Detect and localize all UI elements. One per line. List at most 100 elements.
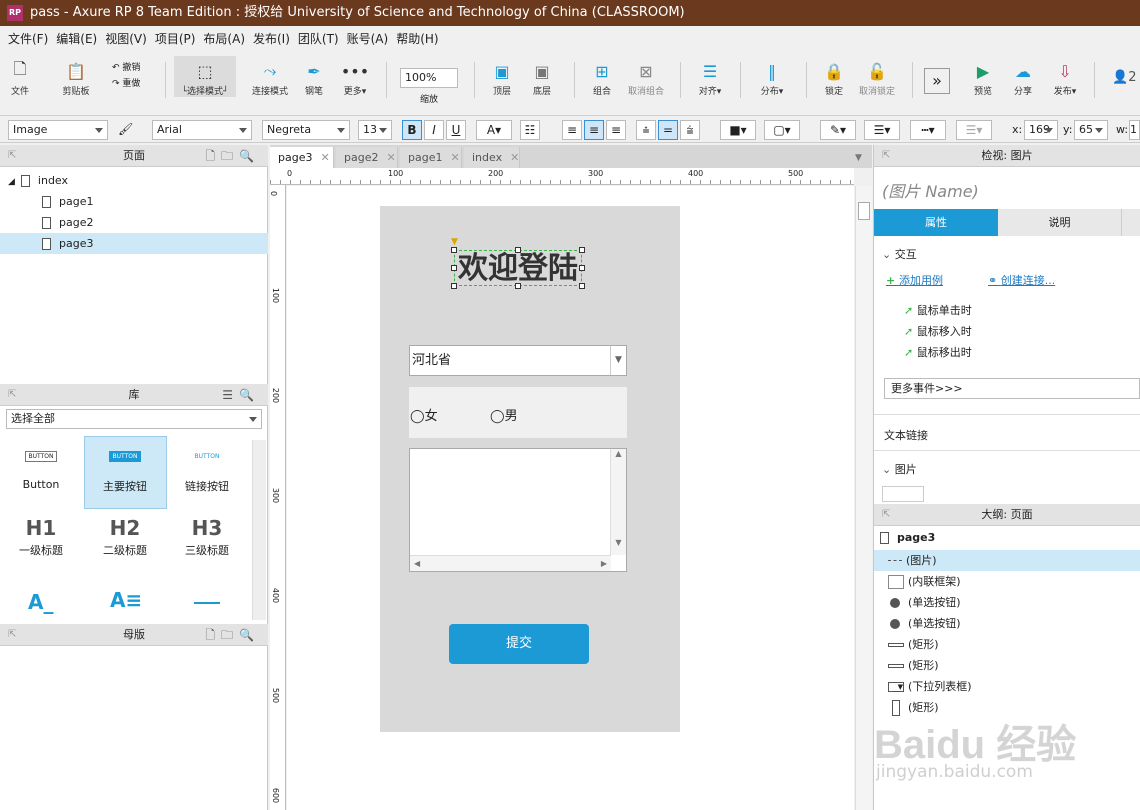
province-dropdown[interactable]: 河北省 ▼ xyxy=(409,345,627,376)
scroll-thumb[interactable] xyxy=(858,202,870,220)
unlock-button[interactable]: 🔓 取消锁定 xyxy=(856,56,898,98)
iframe-vertical-scrollbar[interactable]: ▲ ▼ xyxy=(610,449,626,555)
pin-icon[interactable]: ⇱ xyxy=(8,624,16,646)
event-mouse-leave[interactable]: ➚ 鼠标移出时 xyxy=(904,344,972,360)
bring-to-front-button[interactable]: ▣ 顶层 xyxy=(488,56,516,98)
resize-handle[interactable] xyxy=(451,283,457,289)
line-width-button[interactable]: ☰▾ xyxy=(864,120,900,140)
radio-female[interactable]: ◯女 xyxy=(410,405,438,424)
page-item-page3[interactable]: page3 xyxy=(0,233,268,254)
library-filter-select[interactable]: 选择全部 xyxy=(6,409,262,429)
align-right-icon[interactable]: ≡ xyxy=(606,120,626,140)
outline-item-inline-frame[interactable]: (内联框架) xyxy=(874,571,1140,592)
user-count[interactable]: 👤2 xyxy=(1112,70,1136,85)
bold-button[interactable]: B xyxy=(402,120,422,140)
menu-edit[interactable]: 编辑(E) xyxy=(52,30,101,47)
add-case-link[interactable]: + 添加用例 xyxy=(886,272,943,288)
resize-handle[interactable] xyxy=(515,283,521,289)
event-on-click[interactable]: ➚ 鼠标单击时 xyxy=(904,302,972,318)
widget-name-input[interactable]: (图片 Name) xyxy=(882,178,979,202)
align-button[interactable]: ☰ 对齐▾ xyxy=(694,56,726,98)
page-item-index[interactable]: ◢ index xyxy=(0,170,268,191)
outline-item-dropdown[interactable]: ▼ (下拉列表框) xyxy=(874,676,1140,697)
align-center-icon[interactable]: ≡ xyxy=(584,120,604,140)
resize-handle[interactable] xyxy=(451,265,457,271)
collapse-arrow-icon[interactable]: ◢ xyxy=(8,177,15,187)
tab-page1[interactable]: page1 ✕ xyxy=(400,147,462,168)
outline-item-rect-1[interactable]: (矩形) xyxy=(874,634,1140,655)
pen-button[interactable]: ✒ 钢笔 xyxy=(300,56,328,98)
lock-button[interactable]: 🔒 锁定 xyxy=(820,56,848,98)
preview-button[interactable]: ▶ 预览 xyxy=(968,56,998,98)
library-item-h1[interactable]: H1 一级标题 xyxy=(0,516,82,558)
library-item-button[interactable]: BUTTON Button xyxy=(0,448,82,491)
pin-icon[interactable]: ⇱ xyxy=(882,504,890,526)
font-size-select[interactable]: 13 xyxy=(358,120,392,140)
event-mouse-enter[interactable]: ➚ 鼠标移入时 xyxy=(904,323,972,339)
outline-page-root[interactable]: page3 xyxy=(880,531,935,544)
close-icon[interactable]: ✕ xyxy=(320,151,329,164)
font-color-button[interactable]: A▾ xyxy=(476,120,512,140)
line-color-button[interactable]: ✎▾ xyxy=(820,120,856,140)
line-style-button[interactable]: ┅▾ xyxy=(910,120,946,140)
pin-icon[interactable]: ⇱ xyxy=(8,384,16,406)
interaction-section[interactable]: ⌄ 交互 xyxy=(882,246,917,262)
y-input[interactable]: 65 xyxy=(1074,120,1108,140)
send-to-back-button[interactable]: ▣ 底层 xyxy=(528,56,556,98)
resize-handle[interactable] xyxy=(579,283,585,289)
resize-handle[interactable] xyxy=(579,247,585,253)
pin-icon[interactable]: ⇱ xyxy=(8,145,16,167)
image-preview[interactable] xyxy=(882,486,924,502)
menu-publish[interactable]: 发布(I) xyxy=(249,30,294,47)
shadow-button[interactable]: ▢▾ xyxy=(764,120,800,140)
menu-project[interactable]: 项目(P) xyxy=(151,30,200,47)
iframe-horizontal-scrollbar[interactable]: ◀ ▶ xyxy=(410,555,611,571)
outline-item-rect-2[interactable]: (矩形) xyxy=(874,655,1140,676)
outline-item-radio-1[interactable]: (单选按钮) xyxy=(874,592,1140,613)
align-left-icon[interactable]: ≡ xyxy=(562,120,582,140)
close-icon[interactable]: ✕ xyxy=(510,151,519,164)
text-link-section[interactable]: 文本链接 xyxy=(884,427,928,443)
menu-file[interactable]: 文件(F) xyxy=(4,30,52,47)
distribute-button[interactable]: ‖ 分布▾ xyxy=(756,56,788,98)
submit-button[interactable]: 提交 xyxy=(449,624,589,664)
bullet-list-icon[interactable]: ☷ xyxy=(520,120,540,140)
tab-index[interactable]: index ✕ xyxy=(464,147,520,168)
paragraph-widget-icon[interactable]: A≡ xyxy=(110,588,142,612)
valign-top-icon[interactable]: ⩮ xyxy=(636,120,656,140)
style-select[interactable]: Image xyxy=(8,120,108,140)
close-icon[interactable]: ✕ xyxy=(450,151,459,164)
tab-page2[interactable]: page2 ✕ xyxy=(336,147,398,168)
select-mode-button[interactable]: ⬚ └选择模式┘ xyxy=(174,56,236,97)
menu-account[interactable]: 账号(A) xyxy=(343,30,393,47)
image-section[interactable]: ⌄ 图片 xyxy=(882,461,917,477)
zoom-select[interactable]: 100% xyxy=(400,68,458,88)
menu-view[interactable]: 视图(V) xyxy=(101,30,151,47)
tab-menu-icon[interactable]: ▼ xyxy=(855,153,862,163)
font-family-select[interactable]: Arial xyxy=(152,120,252,140)
redo-button[interactable]: ↷ 重做 xyxy=(112,76,140,89)
heading-image[interactable]: 欢迎登陆 xyxy=(454,250,582,286)
close-icon[interactable]: ✕ xyxy=(386,151,395,164)
tab-page3[interactable]: page3 ✕ xyxy=(270,147,334,168)
x-input[interactable]: 169 xyxy=(1024,120,1058,140)
format-painter-icon[interactable]: 🖌 xyxy=(118,122,133,136)
menu-team[interactable]: 团队(T) xyxy=(294,30,343,47)
valign-bottom-icon[interactable]: ⩭ xyxy=(680,120,700,140)
horizontal-line-widget-icon[interactable] xyxy=(194,602,220,604)
italic-button[interactable]: I xyxy=(424,120,444,140)
expand-toolbar-icon[interactable]: » xyxy=(924,68,950,94)
undo-button[interactable]: ↶ 撤销 xyxy=(112,60,140,73)
library-item-link-button[interactable]: BUTTON 链接按钮 xyxy=(166,448,248,494)
inline-frame[interactable]: ▲ ▼ ◀ ▶ xyxy=(409,448,627,572)
library-item-h3[interactable]: H3 三级标题 xyxy=(166,516,248,558)
menu-help[interactable]: 帮助(H) xyxy=(392,30,442,47)
more-events-select[interactable]: 更多事件>>> xyxy=(884,378,1140,399)
file-button[interactable]: 🗋 文件 xyxy=(6,56,34,98)
page-item-page2[interactable]: page2 xyxy=(0,212,268,233)
ungroup-button[interactable]: ⊠ 取消组合 xyxy=(626,56,666,98)
pages-panel-tools[interactable]: 🗋🗀🔍 xyxy=(205,145,260,167)
masters-panel-tools[interactable]: 🗋🗀🔍 xyxy=(205,624,260,646)
resize-handle[interactable] xyxy=(579,265,585,271)
library-panel-tools[interactable]: ☰🔍 xyxy=(222,384,260,406)
